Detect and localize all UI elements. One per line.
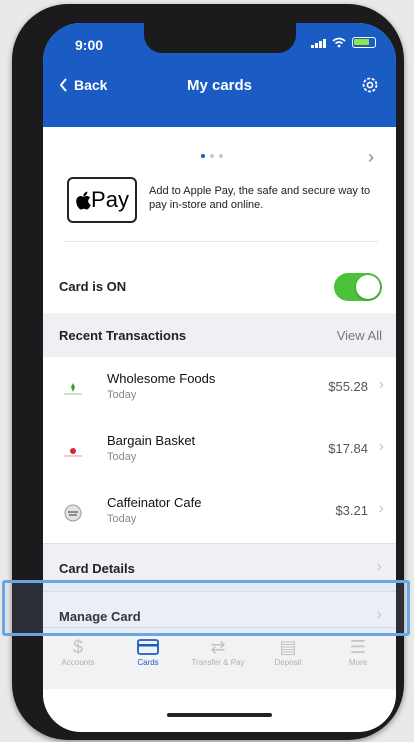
transaction-row[interactable]: Wholesome Foods Today $55.28 › — [43, 357, 396, 419]
manage-card-highlight — [2, 580, 410, 636]
tab-cards[interactable]: Cards — [113, 636, 183, 667]
transaction-date: Today — [107, 451, 137, 463]
transaction-row[interactable]: Caffeinator Cafe Today $3.21 › — [43, 481, 396, 543]
shopping-icon — [61, 441, 85, 461]
signal-icon — [311, 38, 326, 48]
apple-pay-label: Pay — [91, 187, 129, 212]
dollar-icon: $ — [72, 637, 83, 657]
coffee-icon — [61, 503, 85, 523]
transaction-amount: $55.28 — [328, 379, 368, 394]
pager-dots[interactable] — [201, 154, 223, 158]
tab-label: More — [348, 658, 368, 667]
gear-icon[interactable] — [360, 75, 380, 95]
tab-transfer-pay[interactable]: ⇄ Transfer & Pay — [183, 636, 253, 667]
transaction-date: Today — [107, 513, 137, 525]
chevron-right-icon: › — [378, 438, 384, 455]
pager-dot[interactable] — [210, 154, 214, 158]
tab-label: Deposit — [274, 658, 302, 667]
tab-label: Cards — [137, 658, 159, 667]
tab-deposit[interactable]: ▤ Deposit — [253, 636, 323, 667]
card-status-row: Card is ON — [43, 259, 396, 309]
wifi-icon — [332, 37, 346, 48]
tab-more[interactable]: ☰ More — [323, 636, 393, 667]
chevron-right-icon: › — [378, 376, 384, 393]
transaction-name: Caffeinator Cafe — [107, 495, 202, 510]
notch — [144, 23, 296, 53]
card-status-label: Card is ON — [59, 279, 127, 294]
card-on-toggle[interactable] — [334, 273, 382, 301]
apple-pay-button[interactable]: Pay — [67, 177, 137, 223]
transaction-row[interactable]: Bargain Basket Today $17.84 › — [43, 419, 396, 481]
chevron-right-icon[interactable]: › — [368, 147, 374, 168]
transaction-amount: $17.84 — [328, 441, 368, 456]
apple-pay-row[interactable]: Pay Add to Apple Pay, the safe and secur… — [63, 172, 378, 242]
view-all-link[interactable]: View All — [337, 328, 382, 343]
transaction-amount: $3.21 — [335, 503, 368, 518]
page-title: My cards — [186, 77, 253, 94]
grocery-icon — [61, 379, 85, 399]
apple-icon — [76, 191, 91, 210]
transaction-date: Today — [107, 389, 137, 401]
recent-transactions-header: Recent Transactions View All — [43, 313, 396, 357]
chevron-right-icon: › — [376, 558, 382, 575]
tab-label: Accounts — [61, 658, 95, 667]
transaction-name: Wholesome Foods — [107, 371, 216, 386]
battery-icon — [352, 37, 376, 48]
pager-dot[interactable] — [201, 154, 205, 158]
status-icons — [311, 37, 376, 48]
apple-pay-description: Add to Apple Pay, the safe and secure wa… — [149, 185, 371, 211]
tab-accounts[interactable]: $ Accounts — [43, 636, 113, 667]
card-details-label: Card Details — [59, 561, 135, 576]
toggle-knob — [356, 275, 380, 299]
home-indicator — [167, 713, 272, 717]
pager-dot[interactable] — [219, 154, 223, 158]
tab-label: Transfer & Pay — [191, 658, 245, 667]
tab-bar: $ Accounts Cards ⇄ Transfer & Pay ▤ Depo… — [43, 627, 396, 689]
main-content: › Pay Add to Apple Pay, the safe and sec… — [43, 127, 396, 732]
card-icon — [113, 636, 183, 658]
deposit-icon: ▤ — [279, 637, 297, 657]
transaction-name: Bargain Basket — [107, 433, 196, 448]
recent-transactions-title: Recent Transactions — [59, 328, 187, 343]
card-pager: › — [43, 147, 396, 167]
chevron-right-icon: › — [378, 500, 384, 517]
menu-icon: ☰ — [349, 637, 367, 657]
transfer-icon: ⇄ — [210, 637, 226, 657]
status-time: 9:00 — [75, 37, 104, 53]
